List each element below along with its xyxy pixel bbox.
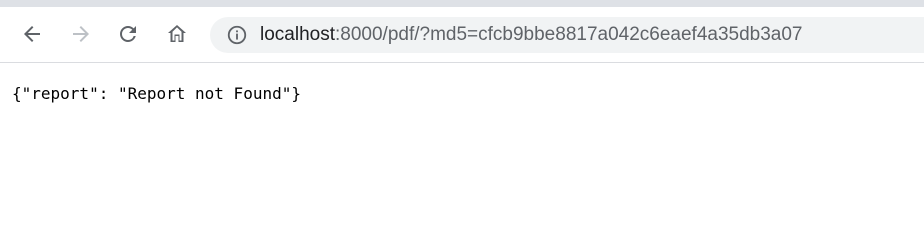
reload-button[interactable] (111, 17, 145, 51)
info-icon[interactable] (225, 23, 249, 47)
address-bar[interactable]: localhost:8000/pdf/?md5=cfcb9bbe8817a042… (210, 17, 924, 53)
tab-strip (0, 0, 924, 7)
home-button[interactable] (160, 17, 194, 51)
url-text[interactable]: localhost:8000/pdf/?md5=cfcb9bbe8817a042… (260, 24, 803, 46)
back-arrow-icon (20, 22, 44, 46)
forward-arrow-icon (69, 22, 93, 46)
reload-icon (116, 22, 140, 46)
url-host: localhost (260, 24, 335, 45)
json-response-text: {"report": "Report not Found"} (12, 84, 301, 103)
forward-button[interactable] (64, 17, 98, 51)
browser-toolbar: localhost:8000/pdf/?md5=cfcb9bbe8817a042… (0, 7, 924, 63)
browser-window: localhost:8000/pdf/?md5=cfcb9bbe8817a042… (0, 0, 924, 250)
back-button[interactable] (15, 17, 49, 51)
url-path: :8000/pdf/?md5=cfcb9bbe8817a042c6eaef4a3… (335, 24, 803, 45)
home-icon (165, 22, 189, 46)
